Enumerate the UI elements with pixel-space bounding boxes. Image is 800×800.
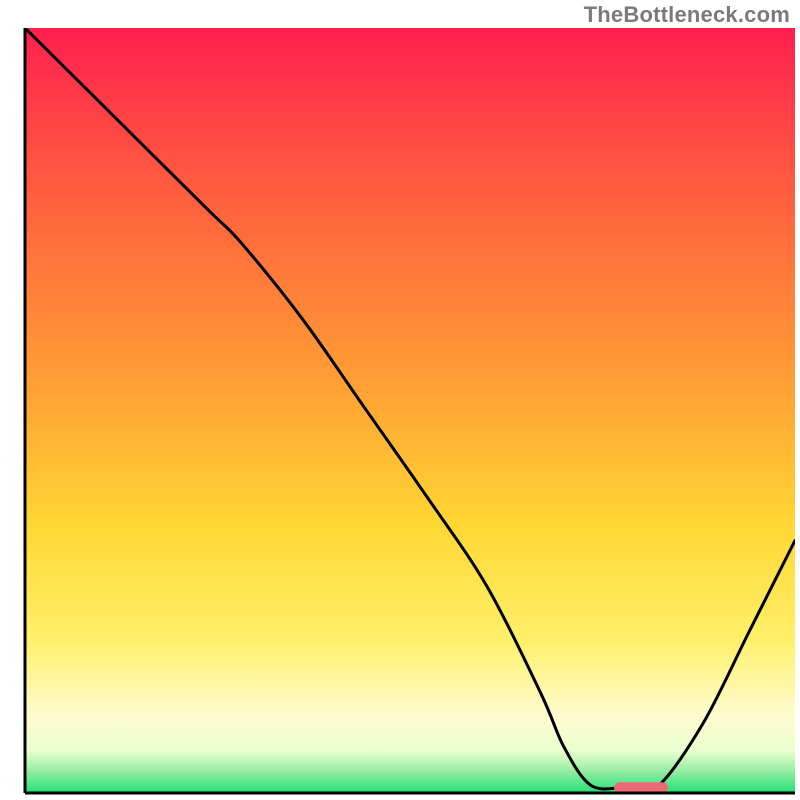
bottleneck-chart [0,0,800,800]
chart-container: { "watermark": "TheBottleneck.com", "cha… [0,0,800,800]
optimal-marker [614,782,668,793]
watermark-text: TheBottleneck.com [584,2,790,28]
